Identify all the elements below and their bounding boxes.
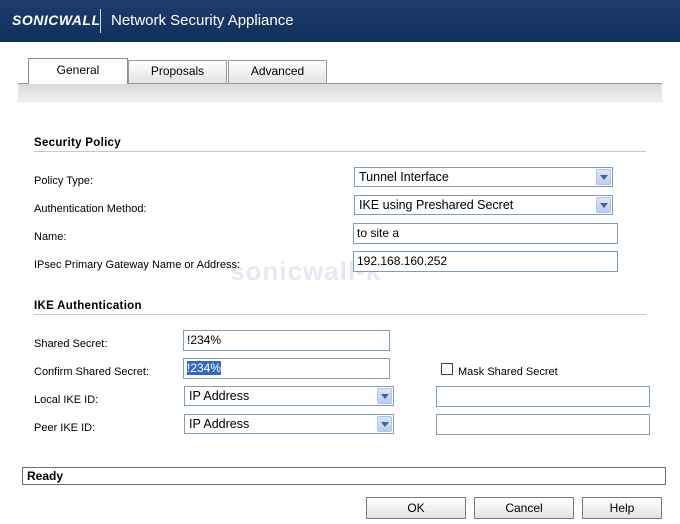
chevron-down-icon[interactable] (377, 388, 392, 404)
peer-ike-id-type-select[interactable]: IP Address (184, 414, 394, 434)
local-ike-id-input[interactable] (436, 386, 650, 407)
ok-button[interactable]: OK (366, 497, 466, 519)
chevron-down-icon[interactable] (377, 416, 392, 432)
peer-ike-id-input[interactable] (436, 414, 650, 435)
shared-secret-input[interactable]: !234% (183, 330, 390, 351)
tab-panel-header (18, 83, 662, 103)
sonicwall-logo: SONICWALL (12, 12, 101, 28)
auth-method-label: Authentication Method: (34, 203, 147, 215)
name-label: Name: (34, 231, 67, 243)
gateway-input[interactable]: 192.168.160.252 (353, 251, 618, 272)
help-button[interactable]: Help (582, 497, 662, 519)
cancel-button[interactable]: Cancel (474, 497, 574, 519)
tab-advanced[interactable]: Advanced (228, 60, 327, 83)
security-policy-heading: Security Policy (34, 137, 121, 149)
policy-type-select[interactable]: Tunnel Interface (354, 167, 613, 187)
local-ike-id-type-value: IP Address (189, 389, 250, 403)
auth-method-value: IKE using Preshared Secret (359, 198, 514, 212)
tab-proposals[interactable]: Proposals (128, 60, 227, 83)
local-ike-id-type-select[interactable]: IP Address (184, 386, 394, 406)
shared-secret-label: Shared Secret: (34, 338, 108, 350)
selected-text: !234% (187, 361, 222, 375)
section-divider (34, 151, 646, 152)
ike-authentication-heading: IKE Authentication (34, 300, 142, 312)
header-divider (100, 9, 101, 33)
tab-general[interactable]: General (28, 58, 128, 84)
section-divider (34, 314, 646, 315)
peer-ike-id-type-value: IP Address (189, 417, 250, 431)
chevron-down-icon[interactable] (596, 197, 611, 213)
status-bar: Ready (22, 467, 666, 485)
confirm-secret-input[interactable]: !234% (183, 358, 390, 379)
local-ike-id-label: Local IKE ID: (34, 394, 99, 406)
chevron-down-icon[interactable] (596, 169, 611, 185)
app-title: Network Security Appliance (111, 12, 294, 29)
app-header: SONICWALL Network Security Appliance (0, 0, 680, 42)
policy-type-label: Policy Type: (34, 175, 94, 187)
mask-shared-secret-label[interactable]: Mask Shared Secret (458, 366, 558, 378)
auth-method-select[interactable]: IKE using Preshared Secret (354, 195, 613, 215)
peer-ike-id-label: Peer IKE ID: (34, 422, 96, 434)
policy-type-value: Tunnel Interface (359, 170, 449, 184)
name-input[interactable]: to site a (353, 223, 618, 244)
gateway-label: IPsec Primary Gateway Name or Address: (34, 259, 241, 271)
confirm-secret-label: Confirm Shared Secret: (34, 366, 149, 378)
mask-shared-secret-checkbox[interactable] (441, 363, 453, 375)
